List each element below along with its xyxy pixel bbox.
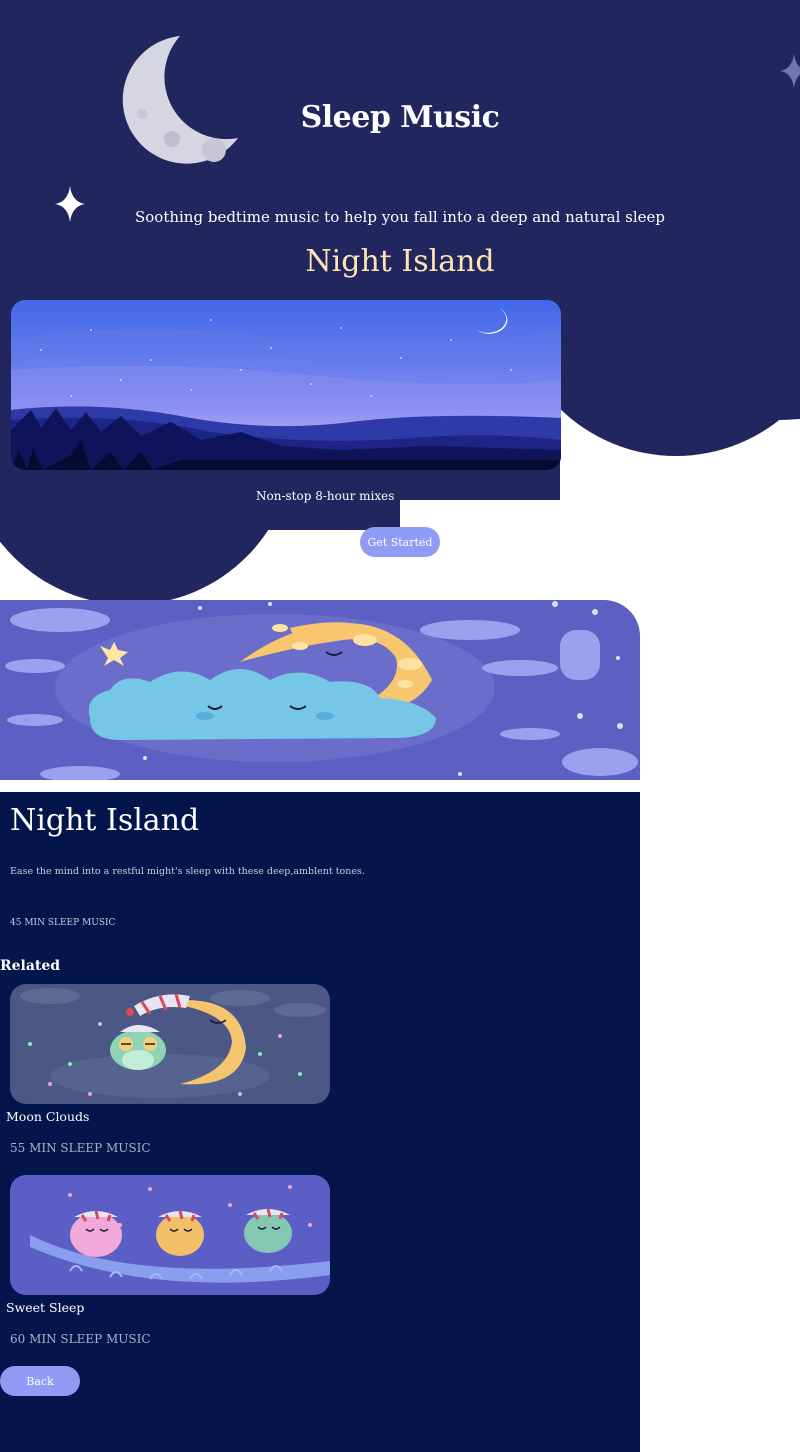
moon-cloud-banner [0, 600, 640, 780]
featured-caption: Non-stop 8-hour mixes [256, 489, 395, 503]
sparkle-star-icon [780, 54, 800, 88]
related-item-name[interactable]: Sweet Sleep [6, 1300, 84, 1315]
related-heading: Related [0, 958, 61, 974]
get-started-button[interactable]: Get Started [360, 527, 440, 557]
page-subtitle: Soothing bedtime music to help you fall … [134, 208, 666, 226]
related-item-duration: 60 MIN SLEEP MUSIC [10, 1332, 151, 1346]
featured-title: Night Island [305, 244, 495, 279]
detail-description: Ease the mind into a restful might's sle… [10, 866, 365, 877]
back-button[interactable]: Back [0, 1366, 80, 1396]
related-card-image-sweet-sleep[interactable] [10, 1175, 330, 1295]
detail-panel [0, 792, 640, 1452]
detail-title: Night Island [10, 803, 200, 838]
night-island-image[interactable] [11, 300, 561, 470]
related-card-image-moon-clouds[interactable] [10, 984, 330, 1104]
detail-duration: 45 MIN SLEEP MUSIC [10, 918, 116, 928]
page-title: Sleep Music [300, 100, 500, 135]
related-item-duration: 55 MIN SLEEP MUSIC [10, 1141, 151, 1155]
related-item-name[interactable]: Moon Clouds [6, 1109, 89, 1124]
